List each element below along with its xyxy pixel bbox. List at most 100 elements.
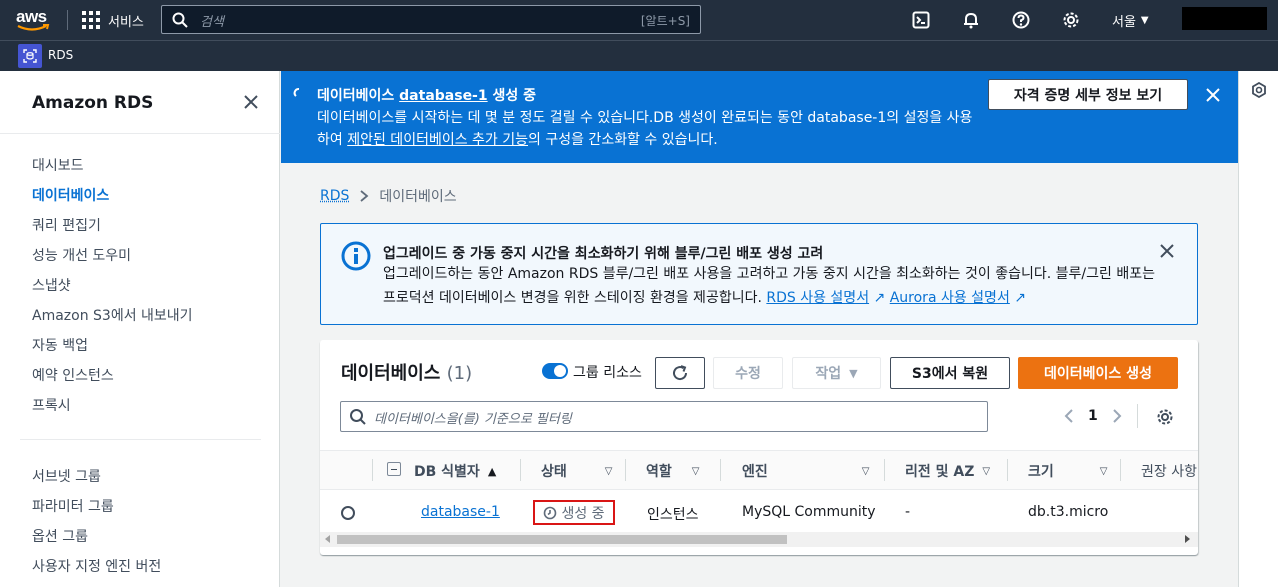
sidebar-item-s3-exports[interactable]: Amazon S3에서 내보내기 [32, 305, 193, 325]
close-icon[interactable] [1159, 243, 1175, 259]
sidebar-item-snapshots[interactable]: 스냅샷 [32, 275, 71, 295]
suggested-addons-link[interactable]: 제안된 데이터베이스 추가 기능 [347, 132, 528, 148]
sort-icon: ▽ [861, 465, 870, 477]
chevron-left-icon[interactable] [1064, 408, 1074, 424]
column-label: 역할 [646, 464, 672, 480]
notifications-bell-icon[interactable] [962, 11, 980, 29]
info-icon [341, 241, 371, 271]
settings-gear-icon[interactable] [1062, 11, 1080, 29]
chevron-right-icon[interactable] [1112, 408, 1122, 424]
hexagon-tools-icon[interactable] [1251, 82, 1267, 98]
database-filter-input[interactable]: 데이터베이스을(를) 기준으로 필터링 [340, 401, 988, 432]
nav-divider [67, 10, 68, 30]
close-icon[interactable] [243, 94, 259, 110]
cloudshell-icon[interactable] [912, 11, 930, 29]
filter-placeholder: 데이터베이스을(를) 기준으로 필터링 [374, 412, 572, 427]
info-alert-body: 업그레이드하는 동안 Amazon RDS 블루/그린 배포 사용을 고려하고 … [383, 262, 1163, 310]
restore-from-s3-button[interactable]: S3에서 복원 [890, 357, 1010, 389]
column-divider [884, 459, 885, 481]
pagination: 1 [1064, 408, 1122, 424]
region-selector[interactable]: 서울 ▼ [1112, 11, 1149, 30]
flash-message: 데이터베이스를 시작하는 데 몇 분 정도 걸릴 수 있습니다.DB 생성이 완… [317, 107, 977, 151]
expand-all-checkbox[interactable] [387, 462, 401, 476]
column-label: 상태 [541, 464, 567, 480]
close-icon[interactable] [1205, 87, 1221, 103]
row-select-radio[interactable] [341, 506, 355, 520]
status-badge: 생성 중 [533, 500, 615, 525]
column-header-db-identifier[interactable]: DB 식별자 ▲ [414, 461, 496, 481]
column-divider [1007, 459, 1008, 481]
pager-divider [1137, 404, 1138, 428]
top-navigation: aws 서비스 검색 [알트+S] 서울 ▼ [0, 0, 1278, 40]
column-divider [1120, 459, 1121, 481]
column-divider [372, 459, 373, 481]
sidebar-title[interactable]: Amazon RDS [32, 93, 153, 113]
column-header-role[interactable]: 역할 ▽ [646, 461, 699, 481]
column-header-region-az[interactable]: 리전 및 AZ ▽ [905, 461, 990, 481]
sort-icon: ▽ [982, 465, 991, 477]
sidebar-item-automated-backups[interactable]: 자동 백업 [32, 335, 88, 355]
current-page[interactable]: 1 [1088, 408, 1098, 424]
sidebar-item-dashboard[interactable]: 대시보드 [32, 155, 84, 175]
sidebar-item-databases[interactable]: 데이터베이스 [32, 185, 109, 205]
account-menu-redacted[interactable] [1182, 7, 1267, 30]
column-header-status[interactable]: 상태 ▽ [541, 461, 612, 481]
sort-icon: ▽ [604, 465, 613, 477]
creating-database-flash: 데이터베이스 database-1 생성 중 데이터베이스를 시작하는 데 몇 … [281, 71, 1238, 163]
services-menu-button[interactable]: 서비스 [82, 10, 144, 30]
group-resources-toggle[interactable] [542, 363, 568, 379]
chevron-right-icon [360, 190, 369, 202]
rds-service-icon[interactable] [18, 44, 42, 68]
modify-button[interactable]: 수정 [713, 357, 783, 389]
panel-title-text: 데이터베이스 [341, 363, 441, 384]
side-navigation: Amazon RDS 대시보드 데이터베이스 쿼리 편집기 성능 개선 도우미 … [0, 71, 280, 587]
clock-icon [544, 506, 557, 519]
sidebar-item-performance-insights[interactable]: 성능 개선 도우미 [32, 245, 131, 265]
sidebar-item-subnet-groups[interactable]: 서브넷 그룹 [32, 466, 101, 486]
aws-logo[interactable]: aws [16, 7, 52, 33]
global-search-input[interactable]: 검색 [알트+S] [161, 5, 701, 34]
loading-spinner-icon [293, 88, 300, 97]
help-icon[interactable] [1012, 11, 1030, 29]
sidebar-item-reserved-instances[interactable]: 예약 인스턴스 [32, 365, 114, 385]
sidebar-item-proxies[interactable]: 프록시 [32, 395, 71, 415]
sidebar-divider [20, 439, 261, 440]
refresh-button[interactable] [655, 357, 705, 389]
horizontal-scrollbar[interactable] [320, 532, 1198, 547]
scroll-right-arrow-icon[interactable] [1184, 535, 1190, 543]
blue-green-info-alert: 업그레이드 중 가동 중지 시간을 최소화하기 위해 블루/그린 배포 생성 고… [320, 223, 1198, 325]
column-label: DB 식별자 [414, 464, 480, 480]
column-label: 크기 [1028, 464, 1054, 480]
sort-icon: ▽ [1099, 465, 1108, 477]
breadcrumb-rds-link[interactable]: RDS [320, 188, 349, 204]
actions-label: 작업 [815, 366, 842, 382]
search-icon [172, 12, 188, 28]
view-credentials-button[interactable]: 자격 증명 세부 정보 보기 [988, 79, 1188, 110]
actions-dropdown[interactable]: 작업 ▼ [792, 357, 881, 389]
services-label: 서비스 [108, 14, 144, 30]
sidebar-item-query-editor[interactable]: 쿼리 편집기 [32, 215, 101, 235]
sidebar-item-option-groups[interactable]: 옵션 그룹 [32, 526, 88, 546]
region-label: 서울 [1112, 15, 1136, 30]
flash-title: 데이터베이스 database-1 생성 중 [317, 85, 536, 105]
rds-shortcut-label[interactable]: RDS [48, 48, 73, 62]
db-identifier-link[interactable]: database-1 [421, 504, 500, 520]
search-placeholder: 검색 [200, 15, 224, 30]
table-preferences-gear-icon[interactable] [1156, 408, 1174, 426]
aurora-user-guide-link[interactable]: Aurora 사용 설명서 [890, 290, 1010, 306]
rds-user-guide-link[interactable]: RDS 사용 설명서 [766, 290, 869, 306]
column-header-recommendations[interactable]: 권장 사항 [1141, 461, 1197, 481]
breadcrumb: RDS 데이터베이스 [320, 186, 457, 206]
flash-db-link[interactable]: database-1 [399, 88, 487, 104]
column-header-size[interactable]: 크기 ▽ [1028, 461, 1107, 481]
sidebar-item-custom-engine-versions[interactable]: 사용자 지정 엔진 버전 [32, 556, 161, 576]
sidebar-item-parameter-groups[interactable]: 파라미터 그룹 [32, 496, 114, 516]
column-header-engine[interactable]: 엔진 ▽ [742, 461, 869, 481]
apps-grid-icon [82, 11, 100, 29]
scrollbar-thumb[interactable] [337, 535, 787, 544]
scroll-left-arrow-icon[interactable] [325, 535, 331, 543]
search-shortcut-hint: [알트+S] [640, 14, 690, 28]
create-database-button[interactable]: 데이터베이스 생성 [1018, 357, 1178, 389]
flash-title-prefix: 데이터베이스 [317, 88, 400, 104]
service-shortcut-bar: RDS [0, 40, 1278, 71]
